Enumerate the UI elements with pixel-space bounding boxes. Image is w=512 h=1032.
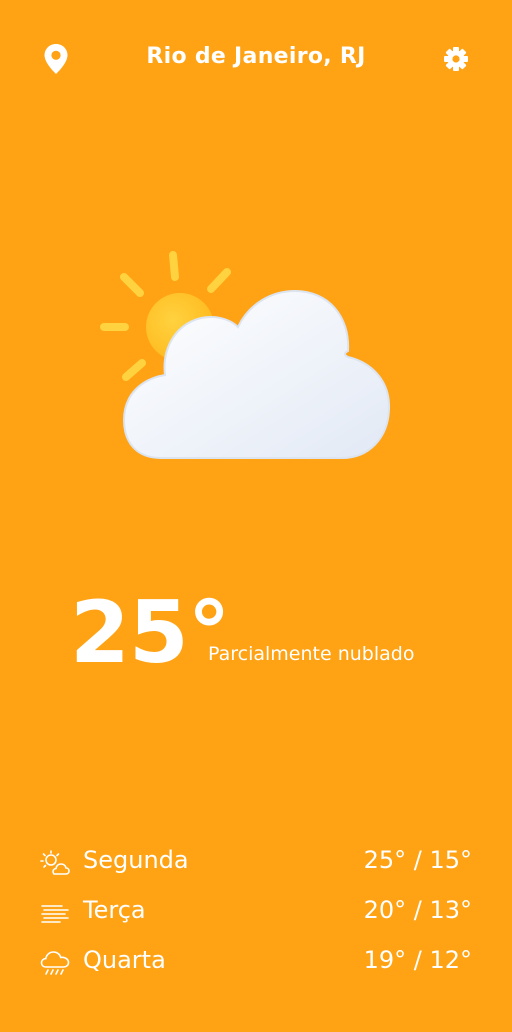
forecast-day: Segunda (83, 846, 189, 874)
forecast-day: Quarta (83, 946, 166, 974)
partly-cloudy-icon (100, 251, 391, 459)
sun-cloud-icon (40, 850, 70, 875)
forecast-row-quarta[interactable]: Quarta 19° / 12° (40, 938, 472, 988)
forecast-list: Segunda 25° / 15° Terça 20° / 13° Quarta… (40, 838, 472, 988)
forecast-row-terca[interactable]: Terça 20° / 13° (40, 888, 472, 938)
forecast-day: Terça (83, 896, 146, 924)
forecast-row-segunda[interactable]: Segunda 25° / 15° (40, 838, 472, 888)
forecast-temp-range: 25° / 15° (363, 846, 472, 874)
weather-condition: Parcialmente nublado (208, 643, 415, 665)
gear-icon[interactable] (443, 46, 469, 72)
top-bar: Rio de Janeiro, RJ (0, 0, 512, 120)
current-temperature: 25° (70, 583, 231, 683)
current-weather: 25° Parcialmente nublado (70, 585, 490, 685)
rain-cloud-icon (40, 951, 70, 975)
city-title[interactable]: Rio de Janeiro, RJ (0, 44, 512, 69)
fog-icon (41, 905, 69, 923)
forecast-temp-range: 19° / 12° (363, 946, 472, 974)
forecast-temp-range: 20° / 13° (363, 896, 472, 924)
